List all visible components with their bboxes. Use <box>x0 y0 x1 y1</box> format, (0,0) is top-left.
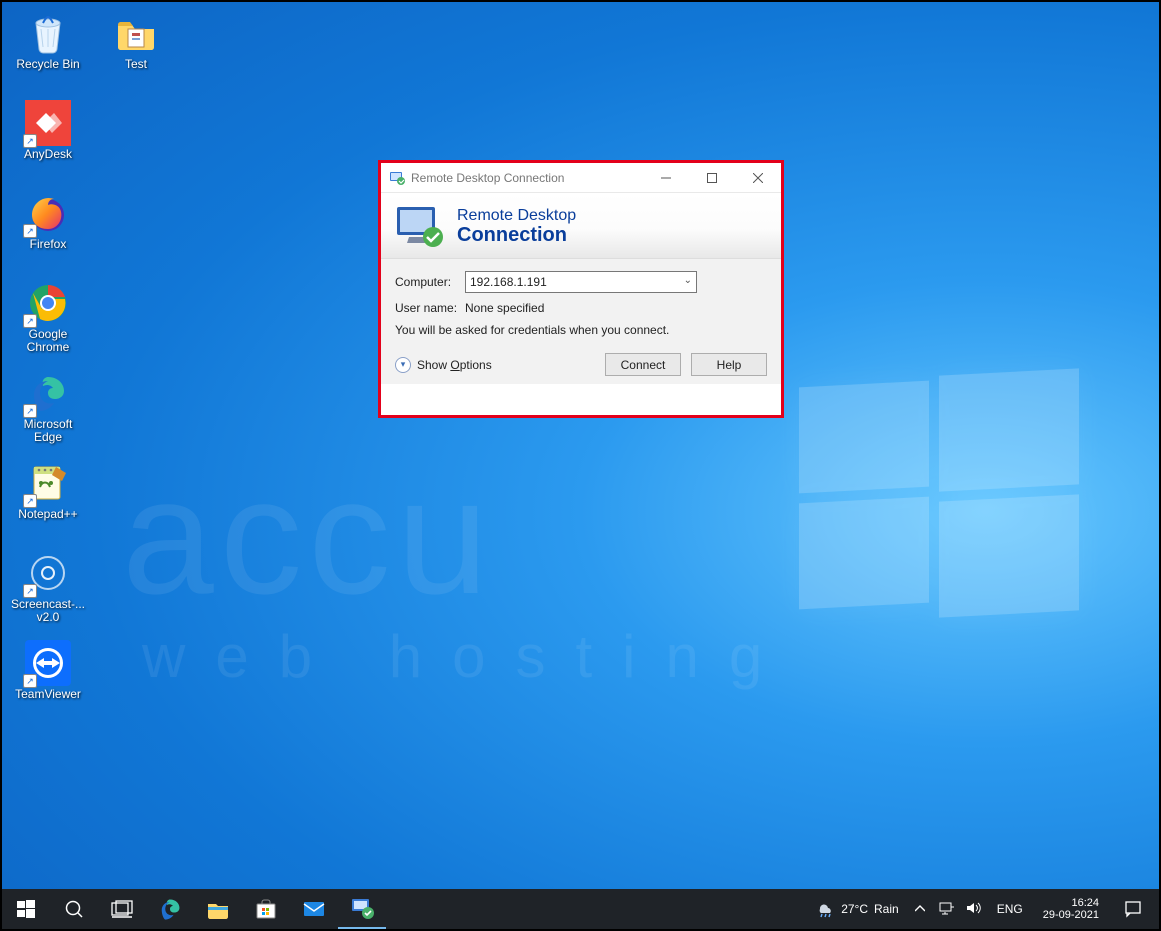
credentials-hint: You will be asked for credentials when y… <box>395 323 767 337</box>
computer-value: 192.168.1.191 <box>470 275 547 289</box>
language-indicator[interactable]: ENG <box>991 889 1029 929</box>
window-titlebar[interactable]: Remote Desktop Connection <box>381 163 781 193</box>
chevron-down-icon[interactable]: ⌄ <box>684 275 692 286</box>
taskbar-app-mail[interactable] <box>290 889 338 929</box>
username-value: None specified <box>465 301 544 315</box>
desktop-icon-test-folder[interactable]: Test <box>98 10 174 92</box>
shortcut-overlay-icon: ↗ <box>23 404 37 418</box>
clock-date: 29-09-2021 <box>1043 909 1099 921</box>
watermark-line2: web hosting <box>142 622 792 691</box>
desktop-icon-google-chrome[interactable]: ↗ Google Chrome <box>10 280 86 362</box>
watermark-line1: accu <box>122 442 495 631</box>
clock-time: 16:24 <box>1043 897 1099 909</box>
remote-desktop-window[interactable]: Remote Desktop Connection Remote Desktop… <box>378 160 784 418</box>
edge-icon: ↗ <box>25 370 71 416</box>
folder-icon <box>113 10 159 56</box>
shortcut-overlay-icon: ↗ <box>23 314 37 328</box>
record-icon: ↗ <box>25 550 71 596</box>
taskbar-app-file-explorer[interactable] <box>194 889 242 929</box>
help-button[interactable]: Help <box>691 353 767 376</box>
start-button[interactable] <box>2 889 50 929</box>
show-options-toggle[interactable]: ▾ Show Options <box>395 357 492 373</box>
network-icon[interactable] <box>939 900 955 919</box>
window-title: Remote Desktop Connection <box>411 171 643 185</box>
rdp-body: Computer: 192.168.1.191 ⌄ User name: Non… <box>381 259 781 384</box>
action-center-button[interactable] <box>1113 889 1153 929</box>
computer-combobox[interactable]: 192.168.1.191 ⌄ <box>465 271 697 293</box>
windows-logo <box>799 372 1079 612</box>
close-button[interactable] <box>735 163 781 193</box>
connect-button[interactable]: Connect <box>605 353 681 376</box>
show-options-label: Show Options <box>417 358 492 372</box>
rdp-banner: Remote Desktop Connection <box>381 193 781 259</box>
search-button[interactable] <box>50 889 98 929</box>
maximize-button[interactable] <box>689 163 735 193</box>
taskbar-app-rdp[interactable] <box>338 889 386 929</box>
desktop-icon-label: Screencast-... v2.0 <box>10 598 86 624</box>
desktop-icon-firefox[interactable]: ↗ Firefox <box>10 190 86 272</box>
desktop-icon-label: Notepad++ <box>18 508 77 521</box>
clock[interactable]: 16:24 29-09-2021 <box>1035 897 1107 921</box>
desktop-icon-label: Test <box>125 58 147 71</box>
desktop-icon-recycle-bin[interactable]: Recycle Bin <box>10 10 86 92</box>
taskbar[interactable]: 27°C Rain ENG 16:24 29-09-2021 <box>2 889 1159 929</box>
desktop-icon-label: Microsoft Edge <box>10 418 86 444</box>
desktop-icon-microsoft-edge[interactable]: ↗ Microsoft Edge <box>10 370 86 452</box>
weather-cond: Rain <box>874 902 899 916</box>
desktop-icon-screencast[interactable]: ↗ Screencast-... v2.0 <box>10 550 86 632</box>
tray-overflow[interactable] <box>911 889 929 929</box>
anydesk-icon: ↗ <box>25 100 71 146</box>
rdp-banner-line1: Remote Desktop <box>457 207 576 225</box>
volume-icon[interactable] <box>965 900 981 919</box>
system-tray[interactable]: 27°C Rain ENG 16:24 29-09-2021 <box>809 889 1159 929</box>
desktop-icon-anydesk[interactable]: ↗ AnyDesk <box>10 100 86 182</box>
chevron-down-icon: ▾ <box>395 357 411 373</box>
desktop-icon-label: Recycle Bin <box>16 58 79 71</box>
desktop-icon-notepad-pp[interactable]: ↗ Notepad++ <box>10 460 86 542</box>
task-view-button[interactable] <box>98 889 146 929</box>
teamviewer-icon: ↗ <box>25 640 71 686</box>
desktop[interactable]: accu web hosting Recycle Bin ↗ AnyDesk ↗… <box>2 2 1159 929</box>
rdp-banner-icon <box>393 203 447 249</box>
weather-temp: 27°C <box>841 902 868 916</box>
rdp-banner-line2: Connection <box>457 225 576 245</box>
shortcut-overlay-icon: ↗ <box>23 134 37 148</box>
rdp-app-icon <box>389 170 405 186</box>
shortcut-overlay-icon: ↗ <box>23 584 37 598</box>
desktop-icon-label: AnyDesk <box>24 148 72 161</box>
weather-widget[interactable]: 27°C Rain <box>809 889 905 929</box>
desktop-icon-label: Firefox <box>30 238 67 251</box>
minimize-button[interactable] <box>643 163 689 193</box>
desktop-icon-label: Google Chrome <box>10 328 86 354</box>
desktop-icons-column-1: Recycle Bin ↗ AnyDesk ↗ Firefox ↗ Google… <box>10 10 100 730</box>
firefox-icon: ↗ <box>25 190 71 236</box>
weather-icon <box>815 898 835 921</box>
shortcut-overlay-icon: ↗ <box>23 494 37 508</box>
chrome-icon: ↗ <box>25 280 71 326</box>
recycle-bin-icon <box>25 10 71 56</box>
notepadpp-icon: ↗ <box>25 460 71 506</box>
taskbar-app-edge[interactable] <box>146 889 194 929</box>
shortcut-overlay-icon: ↗ <box>23 224 37 238</box>
desktop-icon-label: TeamViewer <box>15 688 81 701</box>
desktop-icon-teamviewer[interactable]: ↗ TeamViewer <box>10 640 86 722</box>
taskbar-app-microsoft-store[interactable] <box>242 889 290 929</box>
computer-label: Computer: <box>395 275 465 289</box>
shortcut-overlay-icon: ↗ <box>23 674 37 688</box>
username-label: User name: <box>395 301 465 315</box>
